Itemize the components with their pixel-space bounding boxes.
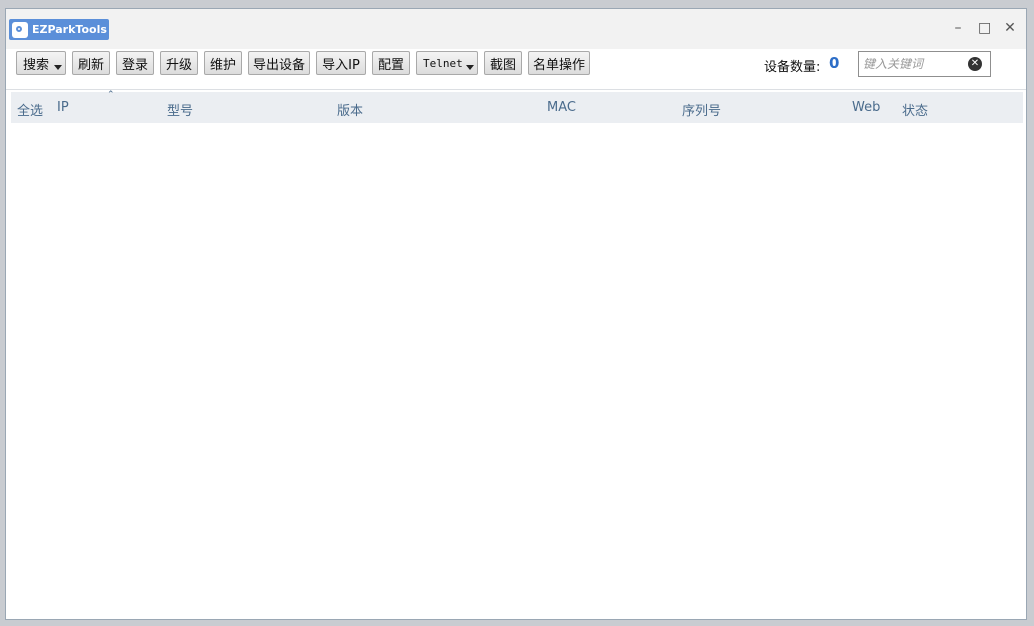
column-serial[interactable]: 序列号 — [682, 100, 721, 119]
login-button[interactable]: 登录 — [116, 51, 154, 75]
upgrade-button[interactable]: 升级 — [160, 51, 198, 75]
screenshot-button[interactable]: 截图 — [484, 51, 522, 75]
list-ops-button[interactable]: 名单操作 — [528, 51, 590, 75]
device-count-label: 设备数量: — [764, 60, 821, 75]
toolbar: 搜索 刷新 登录 升级 维护 导出设备 导入IP 配置 Telnet 截图 名单… — [6, 49, 1026, 89]
chevron-down-icon — [54, 65, 62, 70]
search-input[interactable] — [861, 54, 967, 74]
chevron-down-icon — [466, 65, 474, 70]
telnet-button-label: Telnet — [423, 56, 463, 70]
search-box: ✕ — [858, 51, 991, 77]
search-button-label: 搜索 — [23, 57, 50, 73]
search-button[interactable]: 搜索 — [16, 51, 66, 75]
maximize-icon[interactable]: □ — [978, 21, 991, 35]
divider — [6, 89, 1026, 90]
table-header: 全选 IP ⌃ 型号 版本 MAC 序列号 Web 状态 — [11, 90, 1023, 123]
column-model[interactable]: 型号 — [167, 100, 193, 119]
close-icon[interactable]: ✕ — [1004, 21, 1016, 35]
column-ip[interactable]: IP — [57, 100, 69, 115]
column-select-all[interactable]: 全选 — [17, 100, 43, 119]
clear-icon[interactable]: ✕ — [968, 57, 982, 71]
refresh-button[interactable]: 刷新 — [72, 51, 110, 75]
column-web[interactable]: Web — [852, 100, 880, 115]
maintain-button[interactable]: 维护 — [204, 51, 242, 75]
sort-up-icon: ⌃ — [107, 90, 115, 100]
column-status[interactable]: 状态 — [902, 100, 928, 119]
column-mac[interactable]: MAC — [547, 100, 576, 115]
export-devices-button[interactable]: 导出设备 — [248, 51, 310, 75]
app-window: EZParkTools – □ ✕ 搜索 刷新 登录 升级 维护 导出设备 导入… — [5, 8, 1027, 620]
device-table-body — [11, 123, 1023, 617]
app-logo-icon — [12, 21, 28, 38]
telnet-button[interactable]: Telnet — [416, 51, 478, 75]
title-bar: EZParkTools – □ ✕ — [6, 9, 1026, 49]
device-count-value: 0 — [829, 54, 840, 72]
column-version[interactable]: 版本 — [337, 100, 363, 119]
config-button[interactable]: 配置 — [372, 51, 410, 75]
app-title: EZParkTools — [32, 23, 107, 36]
window-controls: – □ ✕ — [952, 21, 1016, 35]
app-logo: EZParkTools — [9, 19, 109, 40]
minimize-icon[interactable]: – — [952, 21, 964, 35]
import-ip-button[interactable]: 导入IP — [316, 51, 366, 75]
